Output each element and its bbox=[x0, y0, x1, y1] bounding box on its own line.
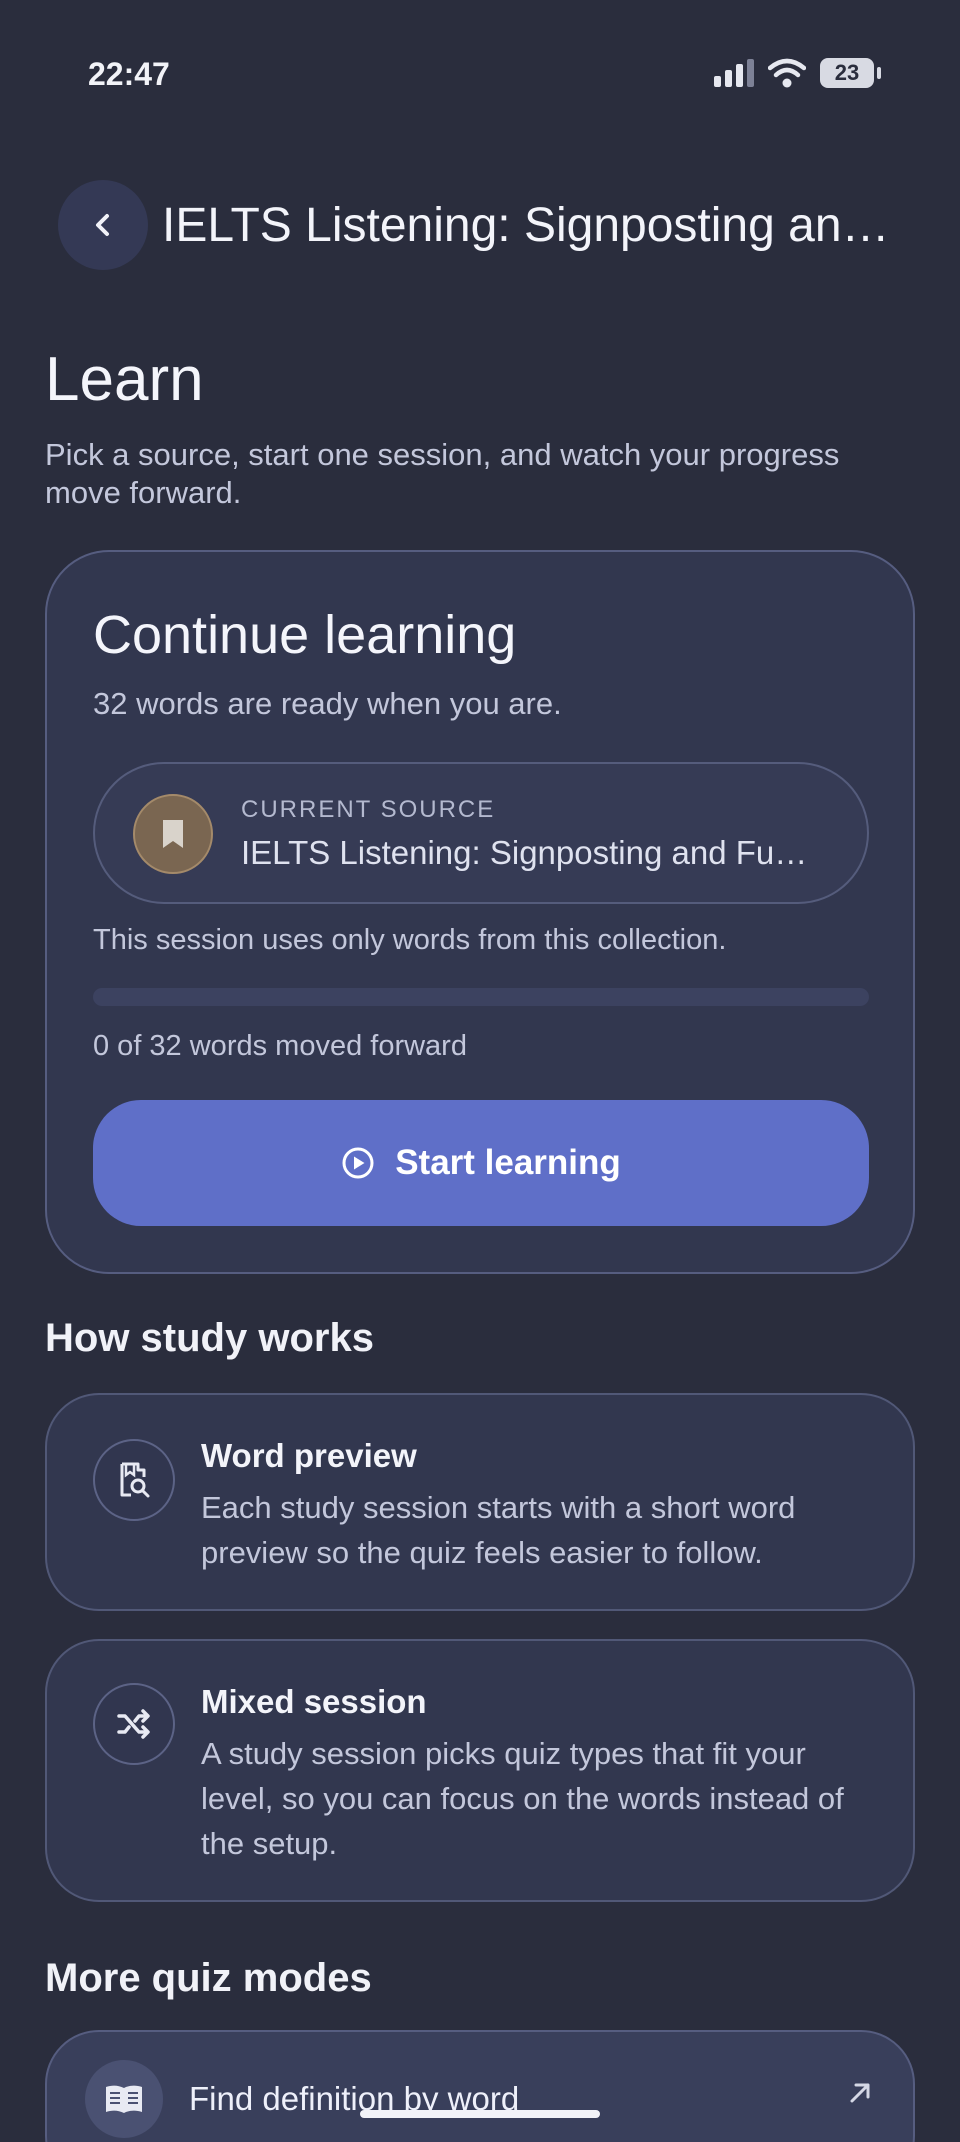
chevron-left-icon bbox=[96, 214, 109, 236]
continue-learning-card: Continue learning 32 words are ready whe… bbox=[45, 550, 915, 1274]
how-study-heading: How study works bbox=[45, 1316, 374, 1360]
page-title: Learn bbox=[45, 345, 204, 414]
page-subtitle: Pick a source, start one session, and wa… bbox=[45, 437, 840, 510]
status-bar: 22:47 23 bbox=[0, 0, 960, 150]
battery-icon: 23 bbox=[820, 58, 881, 88]
mixed-session-card: Mixed session A study session picks quiz… bbox=[45, 1639, 915, 1902]
start-learning-button[interactable]: Start learning bbox=[93, 1100, 869, 1226]
progress-bar bbox=[93, 988, 869, 1006]
mixed-session-body: A study session picks quiz types that fi… bbox=[201, 1736, 844, 1861]
progress-text: 0 of 32 words moved forward bbox=[93, 1030, 467, 1062]
status-icons: 23 bbox=[714, 58, 881, 88]
current-source-selector[interactable]: CURRENT SOURCE IELTS Listening: Signpost… bbox=[93, 762, 869, 904]
mixed-session-title: Mixed session bbox=[201, 1683, 427, 1720]
bookmark-icon bbox=[163, 820, 183, 848]
battery-level: 23 bbox=[834, 60, 860, 85]
source-label: CURRENT SOURCE bbox=[241, 796, 496, 823]
status-time: 22:47 bbox=[88, 56, 170, 92]
word-preview-title: Word preview bbox=[201, 1437, 417, 1474]
more-quiz-modes-heading: More quiz modes bbox=[45, 1956, 372, 2000]
quiz-mode-find-definition[interactable]: Find definition by word bbox=[45, 2030, 915, 2142]
play-circle-icon bbox=[342, 1147, 374, 1179]
source-name: IELTS Listening: Signposting and Fu… bbox=[241, 834, 808, 871]
start-learning-label: Start learning bbox=[395, 1143, 621, 1182]
mode-icon-container bbox=[85, 2060, 163, 2138]
page-header-title: IELTS Listening: Signposting an… bbox=[162, 198, 890, 252]
wifi-icon bbox=[768, 58, 806, 88]
word-preview-card: Word preview Each study session starts w… bbox=[45, 1393, 915, 1611]
signal-icon bbox=[714, 59, 754, 87]
shuffle-icon bbox=[117, 1709, 150, 1739]
back-button[interactable] bbox=[58, 180, 148, 270]
arrow-up-right-icon bbox=[850, 2083, 870, 2103]
info-icon-container bbox=[93, 1683, 175, 1765]
top-app-bar: IELTS Listening: Signposting an… bbox=[58, 180, 920, 270]
session-note: This session uses only words from this c… bbox=[93, 924, 727, 956]
continue-title: Continue learning bbox=[93, 605, 517, 665]
book-icon bbox=[106, 2085, 142, 2113]
continue-subtitle: 32 words are ready when you are. bbox=[93, 686, 562, 721]
document-search-icon bbox=[120, 1462, 150, 1498]
info-icon-container bbox=[93, 1439, 175, 1521]
source-avatar bbox=[133, 794, 213, 874]
home-indicator[interactable] bbox=[360, 2110, 600, 2118]
word-preview-body: Each study session starts with a short w… bbox=[201, 1490, 796, 1570]
